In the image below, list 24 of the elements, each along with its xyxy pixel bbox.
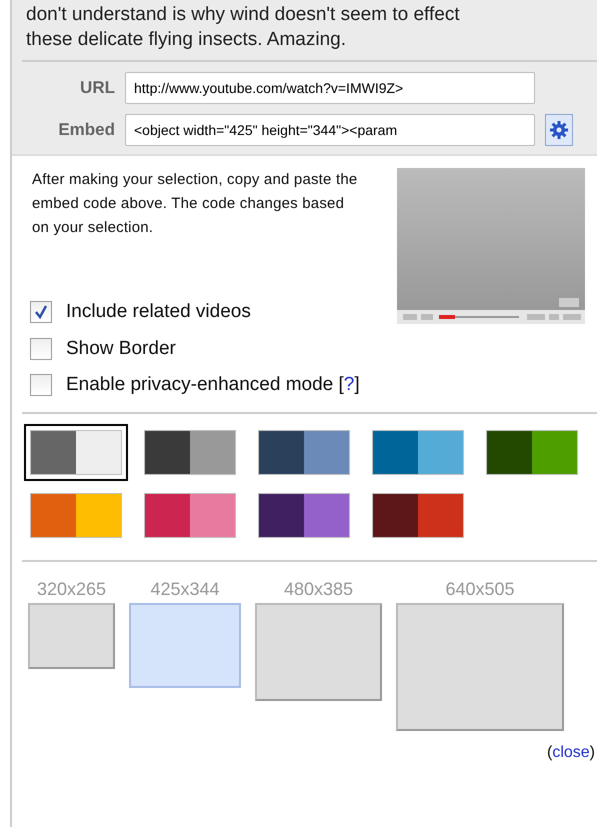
url-field[interactable]: http://www.youtube.com/watch?v=IMWI9Z>: [125, 72, 535, 104]
url-label: URL: [79, 77, 115, 100]
instructions-text: After making your selection, copy and paste the embed code above. The code changes based on your selection.: [32, 170, 358, 238]
checkbox[interactable]: [30, 338, 52, 360]
paren-text: (: [546, 744, 552, 760]
embed-field[interactable]: <object width="425" height="344"><param: [125, 114, 535, 146]
paren-text: ): [590, 744, 595, 760]
checkbox[interactable]: [30, 374, 52, 396]
option-label: Include related videos: [66, 300, 251, 324]
settings-button[interactable]: [545, 114, 573, 146]
close-link[interactable]: close: [552, 744, 590, 760]
settings-icon: [549, 120, 569, 140]
size-label: 480x385: [284, 578, 354, 600]
color-swatch[interactable]: [24, 424, 128, 480]
description-text: don't understand is why wind doesn't seem to effect: [26, 3, 461, 27]
description-text: these delicate flying insects. Amazing.: [26, 28, 348, 52]
embed-label: Embed: [57, 119, 115, 142]
size-label: 640x505: [445, 578, 515, 600]
option-label: Show Border: [66, 336, 176, 360]
option-label: Enable privacy-enhanced mode [?]: [66, 373, 360, 397]
size-label: 320x265: [36, 578, 106, 600]
help-link[interactable]: ?: [344, 374, 354, 395]
size-label: 425x344: [150, 578, 220, 600]
checkbox[interactable]: [30, 301, 52, 324]
